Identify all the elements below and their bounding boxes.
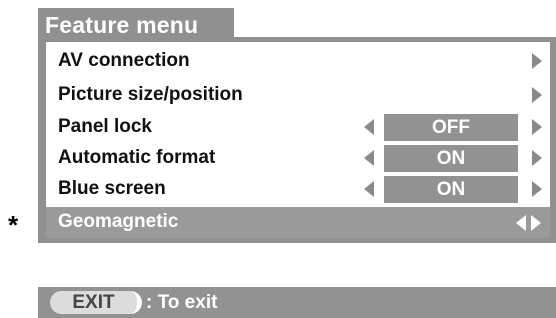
- menu-item-blue-screen[interactable]: Blue screen ON: [46, 174, 550, 204]
- selected-item-marker: *: [8, 210, 19, 240]
- arrow-left-icon[interactable]: [364, 119, 374, 135]
- menu-item-panel-lock[interactable]: Panel lock OFF: [46, 112, 550, 142]
- arrow-right-icon[interactable]: [532, 150, 542, 166]
- menu-item-av-connection[interactable]: AV connection: [46, 46, 550, 76]
- arrow-left-icon[interactable]: [516, 215, 526, 231]
- menu-item-geomagnetic[interactable]: Geomagnetic: [46, 207, 550, 238]
- menu-item-label: Panel lock: [58, 116, 152, 137]
- arrow-right-icon[interactable]: [532, 181, 542, 197]
- arrow-right-icon[interactable]: [531, 215, 541, 231]
- arrow-left-icon[interactable]: [364, 150, 374, 166]
- arrow-right-icon: [532, 53, 542, 69]
- menu-item-picture-size-position[interactable]: Picture size/position: [46, 80, 550, 110]
- arrow-right-icon: [532, 87, 542, 103]
- automatic-format-value: ON: [384, 145, 518, 172]
- arrow-left-icon[interactable]: [364, 181, 374, 197]
- exit-button[interactable]: EXIT: [50, 291, 142, 314]
- exit-hint: : To exit: [146, 292, 218, 313]
- menu-item-automatic-format[interactable]: Automatic format ON: [46, 143, 550, 173]
- menu-item-label: AV connection: [58, 50, 190, 71]
- menu-item-label: Geomagnetic: [58, 211, 179, 232]
- menu-item-label: Automatic format: [58, 147, 216, 168]
- panel-lock-value: OFF: [384, 114, 518, 141]
- menu-item-label: Blue screen: [58, 178, 166, 199]
- blue-screen-value: ON: [384, 176, 518, 203]
- menu-item-label: Picture size/position: [58, 84, 243, 105]
- arrow-right-icon[interactable]: [532, 119, 542, 135]
